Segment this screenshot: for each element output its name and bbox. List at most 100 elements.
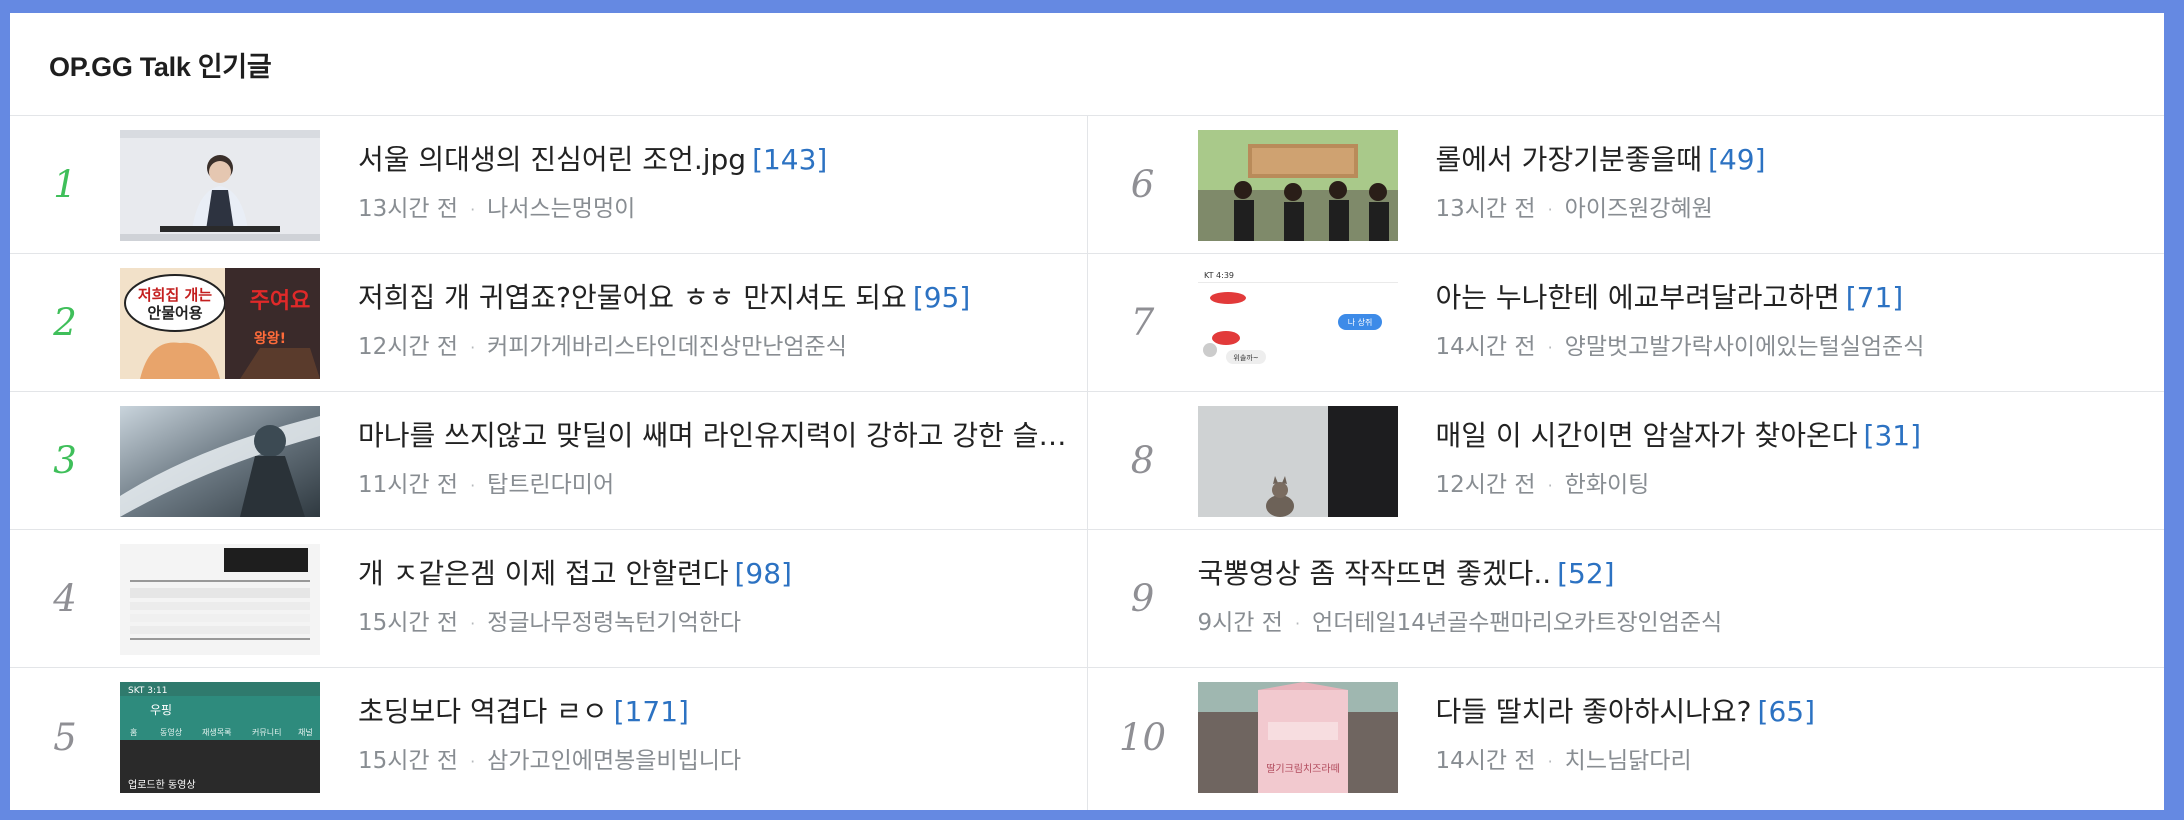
separator-dot: · (470, 476, 476, 495)
post-time: 12시간 전 (1435, 472, 1536, 498)
rank-number: 7 (1130, 301, 1155, 344)
post-author[interactable]: 커피가게바리스타인데진상만난엄준식 (487, 334, 847, 360)
post-thumbnail[interactable]: SKT 3:11 우핑 홈 동영상 재생목록 커뮤니티 채널 업로드한 동영상 (120, 682, 320, 793)
rank-number: 5 (53, 715, 77, 759)
post-thumbnail[interactable]: 저희집 개는 안물어용 주여요 왕왕! (120, 268, 320, 379)
separator-dot: · (1294, 614, 1301, 633)
thumb-text: 우핑 (150, 703, 172, 717)
post-title-row[interactable]: 매일 이 시간이면 암살자가 찾아온다 [31] (1436, 417, 2151, 455)
post-author[interactable]: 한화이팅 (1565, 472, 1650, 498)
post-item-10[interactable]: 10 딸기크림치즈라떼 다들 딸치라 좋아하시나요? [65] 14시간 전 · 치느… (1088, 668, 2165, 806)
post-meta: 15시간 전 · 삼가고인에면봉을비빕니다 (358, 741, 1073, 775)
post-title-row[interactable]: 아는 누나한테 에교부려달라고하면 [71] (1436, 279, 2151, 317)
post-title-row[interactable]: 개 ㅈ같은겜 이제 접고 안할련다 [98] (358, 555, 1073, 593)
post-title-row[interactable]: 국뽕영상 좀 작작뜨면 좋겠다.. [52] (1198, 555, 2151, 593)
rank-number: 4 (53, 577, 77, 620)
post-text: 개 ㅈ같은겜 이제 접고 안할련다 [98] 15시간 전 · 정글나무정령녹턴기억한… (358, 555, 1073, 637)
rank-number: 8 (1130, 439, 1155, 482)
post-author[interactable]: 아이즈원강혜원 (1565, 196, 1713, 222)
thumb-text: 저희집 개는 (138, 286, 212, 304)
right-column: 6 롤에서 가장기분좋을때 [49] 13시간 전 · 아이즈원강혜원 7 KT… (1087, 116, 2165, 810)
post-thumbnail[interactable]: KT 4:39 나 상쥐 위솔까~ (1197, 268, 1398, 379)
post-title[interactable]: 롤에서 가장기분좋을때 (1436, 143, 1703, 176)
separator-dot: · (470, 338, 476, 357)
post-item-4[interactable]: 4 개 ㅈ같은겜 이제 접고 안할련다 [98] 15시간 전 · 정글나무정령… (10, 530, 1087, 668)
post-item-7[interactable]: 7 KT 4:39 나 상쥐 위솔까~ 아는 누나한테 에교부려달라고하면 [7… (1087, 254, 2164, 392)
post-thumbnail[interactable] (120, 544, 320, 655)
post-time: 15시간 전 (358, 610, 459, 636)
thumb-text: 왕왕! (254, 331, 286, 347)
post-item-2[interactable]: 2 저희집 개는 안물어용 주여요 왕왕! 저희집 개 귀엽죠?안물어요 ㅎㅎ … (10, 254, 1087, 392)
comment-count: [71] (1845, 281, 1904, 314)
post-meta: 9시간 전 · 언더테일14년골수팬마리오카트장인엄준식 (1198, 603, 2151, 637)
post-text: 아는 누나한테 에교부려달라고하면 [71] 14시간 전 · 양말벗고발가락사이에있… (1436, 279, 2151, 361)
post-title-row[interactable]: 저희집 개 귀엽죠?안물어요 ㅎㅎ 만지셔도 되요 [95] (358, 279, 1073, 317)
post-meta: 14시간 전 · 양말벗고발가락사이에있는털실엄준식 (1436, 327, 2151, 361)
thumbnail-image (120, 406, 320, 517)
post-title[interactable]: 아는 누나한테 에교부려달라고하면 (1436, 281, 1840, 314)
post-text: 국뽕영상 좀 작작뜨면 좋겠다.. [52] 9시간 전 · 언더테일14년골수팬마리… (1198, 555, 2151, 637)
post-title[interactable]: 국뽕영상 좀 작작뜨면 좋겠다.. (1198, 557, 1552, 590)
post-thumbnail[interactable] (1197, 406, 1398, 517)
comment-count: [49] (1708, 143, 1766, 176)
post-title[interactable]: 초딩보다 역겹다 ㄹㅇ (358, 695, 608, 728)
post-text: 저희집 개 귀엽죠?안물어요 ㅎㅎ 만지셔도 되요 [95] 12시간 전 · 커피가… (358, 279, 1073, 361)
post-item-6[interactable]: 6 롤에서 가장기분좋을때 [49] 13시간 전 · 아이즈원강혜원 (1087, 116, 2164, 254)
post-title-row[interactable]: 롤에서 가장기분좋을때 [49] (1436, 141, 2151, 179)
post-title[interactable]: 개 ㅈ같은겜 이제 접고 안할련다 (358, 557, 728, 590)
comment-count: [52] (1557, 557, 1615, 590)
post-meta: 12시간 전 · 커피가게바리스타인데진상만난엄준식 (358, 327, 1073, 361)
post-title[interactable]: 저희집 개 귀엽죠?안물어요 ㅎㅎ 만지셔도 되요 (358, 281, 907, 314)
post-item-5[interactable]: 5 SKT 3:11 우핑 홈 동영상 재생목록 커뮤니티 채널 업로드한 동영… (10, 668, 1087, 806)
post-author[interactable]: 언더테일14년골수팬마리오카트장인엄준식 (1312, 610, 1722, 636)
post-title[interactable]: 서울 의대생의 진심어린 조언.jpg (358, 143, 746, 176)
thumb-text: 홈 (130, 727, 137, 737)
post-title-row[interactable]: 서울 의대생의 진심어린 조언.jpg [143] (358, 141, 1073, 179)
post-thumbnail[interactable] (1197, 130, 1398, 241)
panel-header: OP.GG Talk 인기글 (10, 13, 2164, 116)
comment-count: [95] (912, 281, 971, 314)
thumbnail-image: SKT 3:11 우핑 홈 동영상 재생목록 커뮤니티 채널 업로드한 동영상 (120, 682, 320, 793)
thumb-text: 위솔까~ (1233, 353, 1258, 362)
post-item-3[interactable]: 3 마나를 쓰지않고 맞딜이 쌔며 라인유지력이 강하고 강한 슬로 11시간 … (10, 392, 1087, 530)
post-author[interactable]: 나서스는멍멍이 (487, 196, 635, 222)
post-item-1[interactable]: 1 서울 의대생의 진심어린 조언.jpg [143] 13시간 전 · 나서스… (10, 116, 1087, 254)
left-column: 1 서울 의대생의 진심어린 조언.jpg [143] 13시간 전 · 나서스… (10, 116, 1088, 810)
post-author[interactable]: 삼가고인에면봉을비빕니다 (487, 748, 741, 774)
post-title[interactable]: 마나를 쓰지않고 맞딜이 쌔며 라인유지력이 강하고 강한 슬로우와 이속증가로… (358, 419, 1073, 452)
post-time: 14시간 전 (1435, 334, 1536, 360)
separator-dot: · (1547, 338, 1553, 357)
post-author[interactable]: 정글나무정령녹턴기억한다 (487, 610, 741, 636)
comment-count: [171] (613, 695, 689, 728)
post-title[interactable]: 매일 이 시간이면 암살자가 찾아온다 (1436, 419, 1858, 452)
post-item-8[interactable]: 8 매일 이 시간이면 암살자가 찾아온다 [31] 12시간 전 · 한화이팅 (1087, 392, 2164, 530)
post-item-9[interactable]: 9 국뽕영상 좀 작작뜨면 좋겠다.. [52] 9시간 전 · 언더테일14년골수팬… (1087, 530, 2164, 668)
post-author[interactable]: 양말벗고발가락사이에있는털실엄준식 (1565, 334, 1925, 360)
post-title-row[interactable]: 초딩보다 역겹다 ㄹㅇ [171] (358, 693, 1073, 731)
separator-dot: · (1547, 476, 1553, 495)
thumb-text: SKT 3:11 (128, 686, 168, 696)
separator-dot: · (1547, 752, 1553, 771)
separator-dot: · (470, 200, 476, 219)
post-title-row[interactable]: 다들 딸치라 좋아하시나요? [65] (1436, 693, 2151, 731)
thumb-text: 안물어용 (147, 304, 202, 322)
thumbnail-image (1197, 406, 1398, 517)
post-text: 마나를 쓰지않고 맞딜이 쌔며 라인유지력이 강하고 강한 슬로우와 이속증가로… (358, 417, 1073, 499)
panel-title: OP.GG Talk 인기글 (49, 51, 272, 82)
post-thumbnail[interactable] (120, 130, 320, 241)
post-title-row[interactable]: 마나를 쓰지않고 맞딜이 쌔며 라인유지력이 강하고 강한 슬로우와 이속증가로… (358, 417, 1073, 455)
post-text: 매일 이 시간이면 암살자가 찾아온다 [31] 12시간 전 · 한화이팅 (1436, 417, 2151, 499)
post-text: 서울 의대생의 진심어린 조언.jpg [143] 13시간 전 · 나서스는멍멍이 (358, 141, 1073, 223)
rank-number: 1 (53, 163, 77, 206)
rank-number: 9 (1130, 577, 1155, 620)
post-thumbnail[interactable] (120, 406, 320, 517)
post-title[interactable]: 다들 딸치라 좋아하시나요? (1436, 695, 1752, 728)
thumb-text: 채널 (298, 727, 313, 737)
rank-number: 3 (53, 439, 77, 482)
post-author[interactable]: 탑트린다미어 (487, 472, 614, 498)
post-author[interactable]: 치느님닭다리 (1565, 748, 1692, 774)
post-thumbnail[interactable]: 딸기크림치즈라떼 (1197, 682, 1398, 793)
post-text: 다들 딸치라 좋아하시나요? [65] 14시간 전 · 치느님닭다리 (1436, 693, 2151, 775)
rank-number: 2 (53, 301, 77, 344)
thumbnail-image (1197, 130, 1398, 241)
